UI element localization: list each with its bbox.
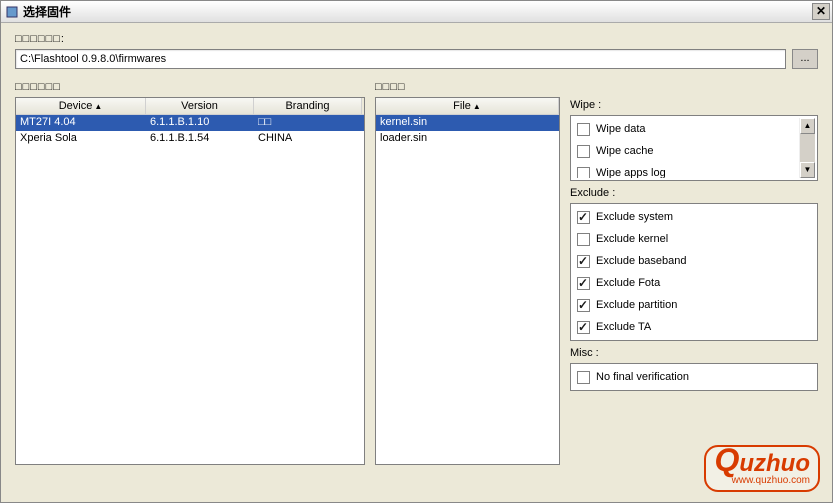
cell: loader.sin xyxy=(376,131,559,147)
java-icon xyxy=(5,5,19,19)
cell: Xperia Sola xyxy=(16,131,146,147)
checkbox-row[interactable]: Exclude system xyxy=(577,206,815,228)
watermark-brand: Quzhuo xyxy=(714,449,810,475)
source-label: □□□□□□: xyxy=(15,33,818,45)
checkbox-row[interactable]: Wipe cache xyxy=(577,140,799,162)
checkbox-label: Exclude baseband xyxy=(596,255,687,267)
sort-asc-icon: ▲ xyxy=(473,102,481,111)
wipe-label: Wipe : xyxy=(570,99,818,111)
checkbox-label: Exclude partition xyxy=(596,299,677,311)
checkbox-label: Wipe data xyxy=(596,123,646,135)
close-button[interactable]: ✕ xyxy=(812,3,830,20)
checkbox-label: Wipe apps log xyxy=(596,167,666,178)
checkbox-label: Wipe cache xyxy=(596,145,653,157)
wipe-group: Wipe : Wipe dataWipe cacheWipe apps log … xyxy=(570,99,818,181)
dialog-window: 选择固件 ✕ □□□□□□: ... □□□□□□ Device▲Version… xyxy=(0,0,833,503)
column-header[interactable]: Branding xyxy=(254,98,362,114)
cell: □□ xyxy=(254,115,362,131)
checkbox-row[interactable]: Exclude TA xyxy=(577,316,815,338)
window-title: 选择固件 xyxy=(23,3,71,20)
checkbox-row[interactable]: Wipe apps log xyxy=(577,162,799,178)
firmwares-label: □□□□□□ xyxy=(15,81,365,93)
file-table: File▲ kernel.sinloader.sin xyxy=(375,97,560,465)
table-row[interactable]: Xperia Sola6.1.1.B.1.54CHINA xyxy=(16,131,364,147)
checkbox[interactable] xyxy=(577,299,590,312)
cell: CHINA xyxy=(254,131,362,147)
checkbox[interactable] xyxy=(577,255,590,268)
checkbox-label: Exclude system xyxy=(596,211,673,223)
scroll-up-icon[interactable]: ▲ xyxy=(800,118,815,134)
browse-button[interactable]: ... xyxy=(792,49,818,69)
checkbox-label: No final verification xyxy=(596,371,689,383)
sort-asc-icon: ▲ xyxy=(94,102,102,111)
table-row[interactable]: MT27I 4.046.1.1.B.1.10□□ xyxy=(16,115,364,131)
table-row[interactable]: kernel.sin xyxy=(376,115,559,131)
watermark: Quzhuo www.quzhuo.com xyxy=(704,445,820,492)
exclude-group: Exclude : Exclude system Exclude kernel Ex… xyxy=(570,187,818,341)
checkbox-label: Exclude TA xyxy=(596,321,651,333)
checkbox[interactable] xyxy=(577,371,590,384)
wipe-scrollbar[interactable]: ▲ ▼ xyxy=(799,118,815,178)
cell: kernel.sin xyxy=(376,115,559,131)
exclude-label: Exclude : xyxy=(570,187,818,199)
cell: MT27I 4.04 xyxy=(16,115,146,131)
checkbox[interactable] xyxy=(577,145,590,158)
cell: 6.1.1.B.1.54 xyxy=(146,131,254,147)
files-label: □□□□ xyxy=(375,81,560,93)
checkbox-row[interactable]: Exclude partition xyxy=(577,294,815,316)
checkbox-label: Exclude kernel xyxy=(596,233,668,245)
checkbox-row[interactable]: Exclude baseband xyxy=(577,250,815,272)
checkbox-row[interactable]: Wipe data xyxy=(577,118,799,140)
column-header[interactable]: Device▲ xyxy=(16,98,146,114)
checkbox-row[interactable]: Exclude kernel xyxy=(577,228,815,250)
misc-group: Misc : No final verification xyxy=(570,347,818,391)
titlebar: 选择固件 ✕ xyxy=(1,1,832,23)
column-header[interactable]: File▲ xyxy=(376,98,559,114)
scroll-down-icon[interactable]: ▼ xyxy=(800,162,815,178)
checkbox[interactable] xyxy=(577,123,590,136)
column-header[interactable]: Version xyxy=(146,98,254,114)
cell: 6.1.1.B.1.10 xyxy=(146,115,254,131)
checkbox[interactable] xyxy=(577,321,590,334)
checkbox[interactable] xyxy=(577,277,590,290)
source-path-input[interactable] xyxy=(15,49,786,69)
checkbox[interactable] xyxy=(577,167,590,179)
checkbox-row[interactable]: No final verification xyxy=(577,366,815,388)
checkbox-row[interactable]: Exclude Fota xyxy=(577,272,815,294)
checkbox[interactable] xyxy=(577,233,590,246)
checkbox-label: Exclude Fota xyxy=(596,277,660,289)
table-row[interactable]: loader.sin xyxy=(376,131,559,147)
misc-label: Misc : xyxy=(570,347,818,359)
firmware-table: Device▲VersionBranding MT27I 4.046.1.1.B… xyxy=(15,97,365,465)
checkbox[interactable] xyxy=(577,211,590,224)
